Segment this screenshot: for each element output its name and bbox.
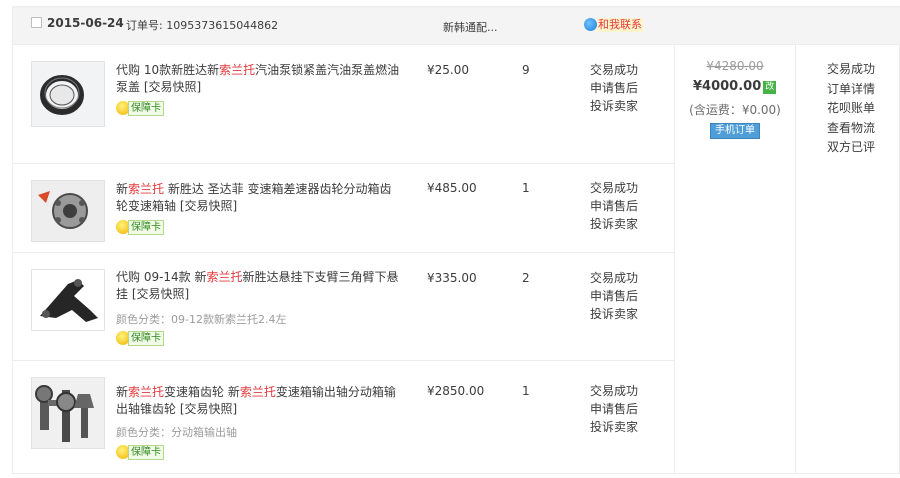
product-variant: 颜色分类：分动箱输出轴 — [116, 426, 237, 439]
order-number: 订单号: 1095373615044862 — [126, 19, 279, 32]
view-logistics-link[interactable]: 查看物流 — [827, 119, 875, 139]
order-item-row: 新索兰托变速箱齿轮 新索兰托变速箱输出轴分动箱输出轴锥齿轮 [交易快照] 颜色分… — [13, 361, 674, 473]
total-amount: ¥4000.00 — [693, 79, 762, 94]
chat-bubble-icon — [584, 18, 597, 31]
snapshot-link[interactable]: [交易快照] — [144, 80, 201, 94]
item-actions: 交易成功 申请售后 投诉卖家 — [590, 382, 638, 436]
after-sales-link[interactable]: 申请售后 — [590, 79, 638, 97]
product-title-link[interactable]: 代购 10款新胜达新索兰托汽油泵锁紧盖汽油泵盖燃油泵盖 [交易快照] — [116, 62, 401, 96]
product-title-link[interactable]: 新索兰托 新胜达 圣达菲 变速箱差速器齿轮分动箱齿轮变速箱轴 [交易快照] — [116, 181, 401, 215]
status-trade-success: 交易成功 — [827, 62, 876, 76]
order-select-checkbox[interactable] — [31, 17, 42, 28]
product-thumbnail[interactable] — [31, 180, 105, 242]
item-price: ¥25.00 — [427, 63, 469, 77]
item-actions: 交易成功 申请售后 投诉卖家 — [590, 269, 638, 323]
order-item-row: 代购 10款新胜达新索兰托汽油泵锁紧盖汽油泵盖燃油泵盖 [交易快照] 保障卡 ¥… — [13, 45, 674, 164]
product-thumbnail[interactable] — [31, 61, 105, 127]
complain-link[interactable]: 投诉卖家 — [590, 418, 638, 436]
order-total-column: ¥4280.00 ¥4000.00 改 (含运费：¥0.00) 手机订单 — [674, 45, 796, 473]
complain-link[interactable]: 投诉卖家 — [590, 215, 638, 233]
mobile-order-tag: 手机订单 — [710, 123, 760, 139]
item-quantity: 2 — [522, 271, 530, 285]
item-price: ¥335.00 — [427, 271, 477, 285]
huabei-bill-link[interactable]: 花呗账单 — [827, 99, 875, 119]
snapshot-link[interactable]: [交易快照] — [180, 199, 237, 213]
price-changed-icon: 改 — [763, 81, 777, 94]
original-price: ¥4280.00 — [706, 59, 764, 73]
shop-name-link[interactable]: 新韩通配... — [443, 19, 498, 35]
order-date: 2015-06-24 — [47, 16, 124, 30]
product-title-link[interactable]: 代购 09-14款 新索兰托新胜达悬挂下支臂三角臂下悬挂 [交易快照] — [116, 269, 401, 303]
item-price: ¥2850.00 — [427, 384, 485, 398]
item-quantity: 9 — [522, 63, 530, 77]
contact-seller-label: 和我联系 — [597, 18, 643, 32]
after-sales-link[interactable]: 申请售后 — [590, 197, 638, 215]
order-detail-link[interactable]: 订单详情 — [827, 80, 875, 100]
trade-success-link[interactable]: 交易成功 — [590, 61, 638, 79]
product-variant: 颜色分类：09-12款新索兰托2.4左 — [116, 313, 287, 326]
snapshot-link[interactable]: [交易快照] — [132, 287, 189, 301]
complain-link[interactable]: 投诉卖家 — [590, 305, 638, 323]
order-header: 2015-06-24 订单号: 1095373615044862 新韩通配...… — [13, 7, 900, 45]
trade-success-link[interactable]: 交易成功 — [590, 382, 638, 400]
complain-link[interactable]: 投诉卖家 — [590, 97, 638, 115]
order-total: ¥4000.00 改 — [693, 79, 777, 94]
item-actions: 交易成功 申请售后 投诉卖家 — [590, 179, 638, 233]
product-thumbnail[interactable] — [31, 269, 105, 331]
product-thumbnail[interactable] — [31, 377, 105, 449]
product-title-link[interactable]: 新索兰托变速箱齿轮 新索兰托变速箱输出轴分动箱输出轴锥齿轮 [交易快照] — [116, 384, 401, 418]
item-price: ¥485.00 — [427, 181, 477, 195]
item-quantity: 1 — [522, 384, 530, 398]
both-reviewed-link[interactable]: 双方已评 — [827, 138, 875, 158]
order-status-links: 交易成功 订单详情 花呗账单 查看物流 双方已评 — [827, 60, 875, 158]
trade-success-link[interactable]: 交易成功 — [590, 269, 638, 287]
order-card: 2015-06-24 订单号: 1095373615044862 新韩通配...… — [12, 6, 900, 474]
after-sales-link[interactable]: 申请售后 — [590, 287, 638, 305]
after-sales-link[interactable]: 申请售后 — [590, 400, 638, 418]
item-quantity: 1 — [522, 181, 530, 195]
shipping-fee: (含运费：¥0.00) — [689, 103, 781, 117]
snapshot-link[interactable]: [交易快照] — [180, 402, 237, 416]
order-item-row: 新索兰托 新胜达 圣达菲 变速箱差速器齿轮分动箱齿轮变速箱轴 [交易快照] 保障… — [13, 164, 674, 253]
order-item-row: 代购 09-14款 新索兰托新胜达悬挂下支臂三角臂下悬挂 [交易快照] 颜色分类… — [13, 253, 674, 361]
item-actions: 交易成功 申请售后 投诉卖家 — [590, 61, 638, 115]
trade-success-link[interactable]: 交易成功 — [590, 179, 638, 197]
